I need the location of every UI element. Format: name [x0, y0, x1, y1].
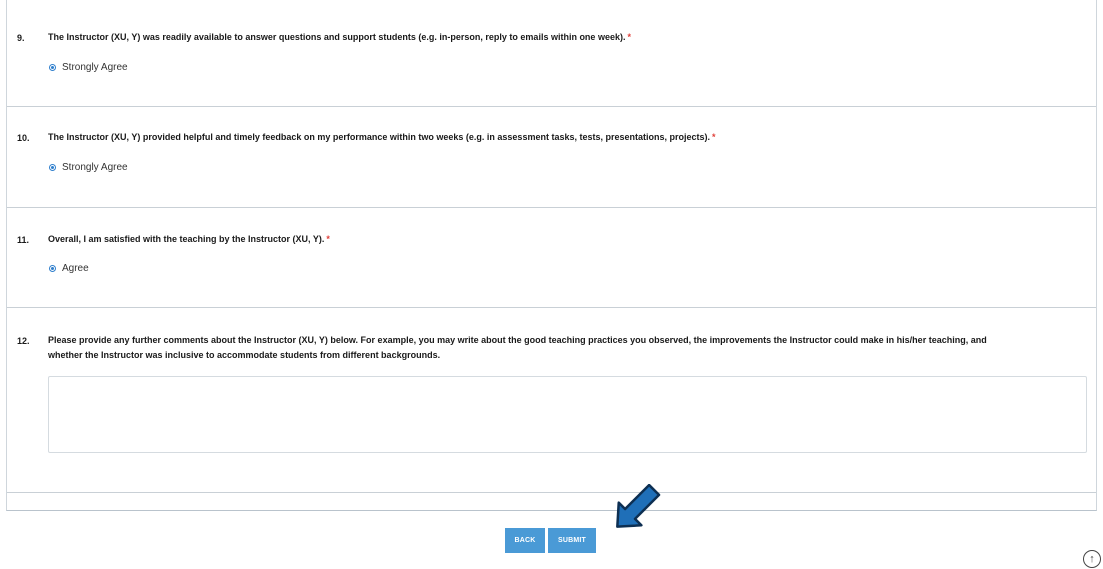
question-label: Overall, I am satisfied with the teachin…: [48, 234, 325, 244]
radio-selected-icon[interactable]: [49, 164, 56, 171]
radio-option-label: Strongly Agree: [62, 162, 128, 173]
radio-option-label: Strongly Agree: [62, 62, 128, 73]
question-text: Please provide any further comments abou…: [48, 333, 1088, 363]
required-marker: *: [712, 132, 716, 142]
question-text: Overall, I am satisfied with the teachin…: [48, 232, 330, 247]
question-9: 9. The Instructor (XU, Y) was readily av…: [7, 0, 1096, 107]
form-actions: BACK SUBMIT: [505, 528, 596, 553]
question-text: The Instructor (XU, Y) provided helpful …: [48, 130, 716, 145]
question-number: 9.: [17, 33, 25, 43]
question-label: The Instructor (XU, Y) provided helpful …: [48, 132, 711, 142]
survey-page: 9. The Instructor (XU, Y) was readily av…: [0, 0, 1103, 569]
survey-card: 9. The Instructor (XU, Y) was readily av…: [6, 0, 1097, 511]
required-marker: *: [326, 234, 330, 244]
radio-selected-icon[interactable]: [49, 64, 56, 71]
radio-option-selected[interactable]: Strongly Agree: [49, 62, 128, 73]
arrow-up-circle-icon[interactable]: ↑: [1083, 550, 1101, 568]
submit-button[interactable]: SUBMIT: [548, 528, 596, 553]
question-number: 11.: [17, 235, 30, 245]
radio-option-label: Agree: [62, 263, 89, 274]
question-number: 12.: [17, 336, 30, 346]
arrow-down-left-icon: [616, 484, 661, 528]
question-10: 10. The Instructor (XU, Y) provided help…: [7, 107, 1096, 208]
required-marker: *: [627, 32, 631, 42]
question-text: The Instructor (XU, Y) was readily avail…: [48, 30, 631, 45]
question-label-line1: Please provide any further comments abou…: [48, 335, 987, 345]
back-button[interactable]: BACK: [505, 528, 545, 553]
question-number: 10.: [17, 133, 30, 143]
question-label-line2: whether the Instructor was inclusive to …: [48, 350, 441, 360]
radio-selected-icon[interactable]: [49, 265, 56, 272]
radio-option-selected[interactable]: Strongly Agree: [49, 162, 128, 173]
comments-textarea[interactable]: [48, 376, 1087, 453]
question-label: The Instructor (XU, Y) was readily avail…: [48, 32, 626, 42]
radio-option-selected[interactable]: Agree: [49, 263, 89, 274]
question-11: 11. Overall, I am satisfied with the tea…: [7, 208, 1096, 308]
